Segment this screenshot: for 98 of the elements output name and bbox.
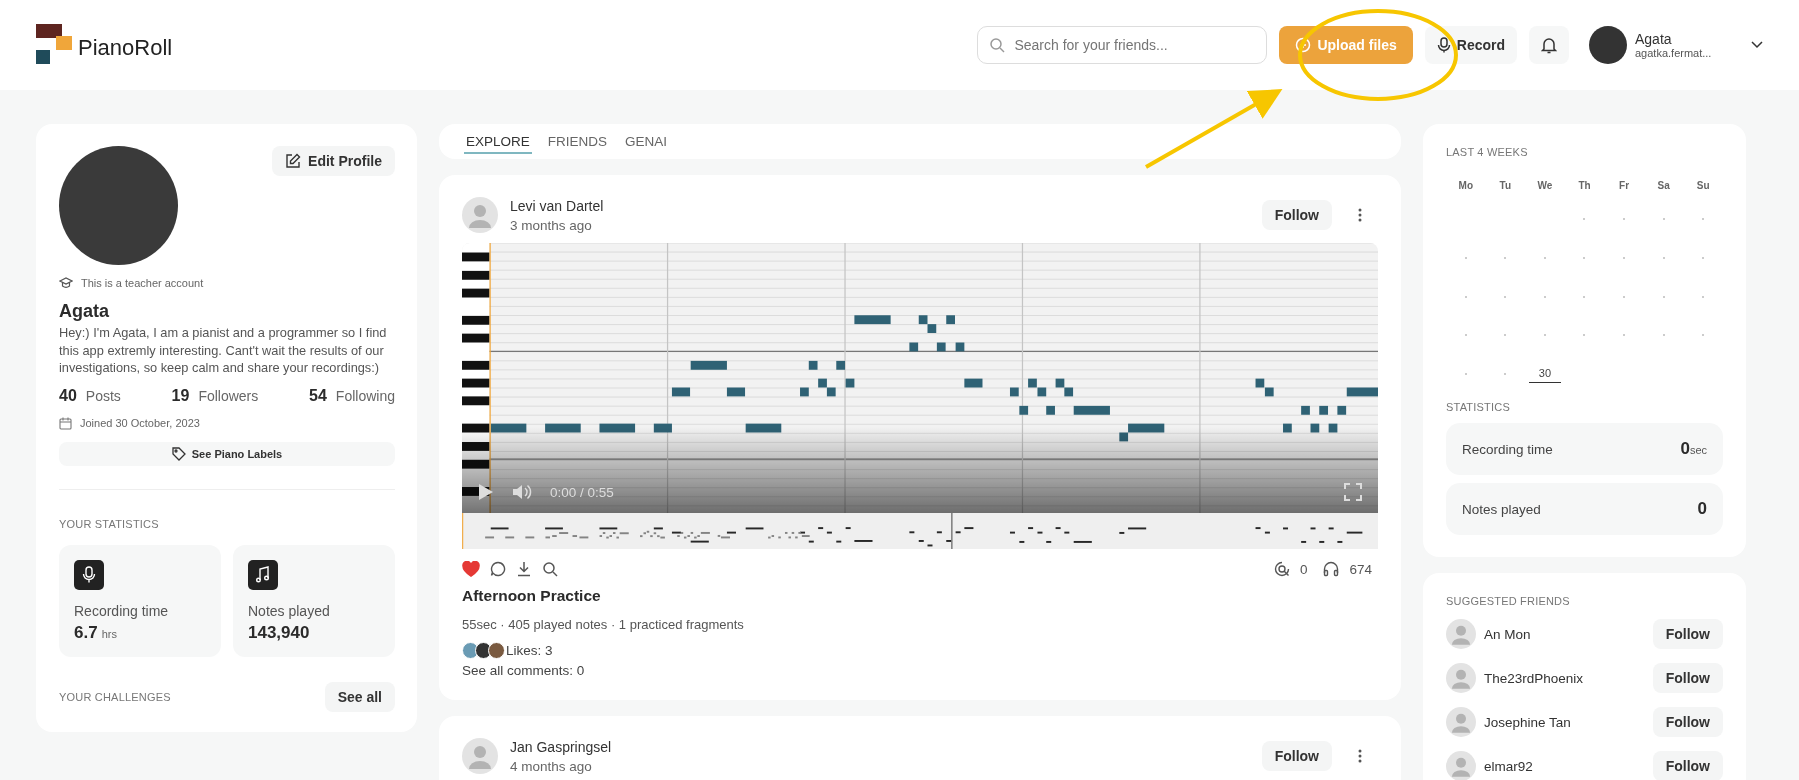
user-avatar-icon	[462, 197, 498, 233]
statistic-label: Notes played	[248, 602, 331, 619]
graduation-cap-icon	[59, 277, 73, 289]
profile-bio: Hey:) I'm Agata, I am a pianist and a programmer so I find this app extremly interesting. Cant't wait the results of our investigations, so keep calm and share your recordings:)	[59, 324, 388, 377]
follow-button[interactable]: Follow	[1652, 707, 1723, 738]
statistic-value: 143,940	[248, 622, 310, 643]
friend-name[interactable]: Josephine Tan	[1484, 714, 1645, 730]
more-options-icon[interactable]	[1358, 208, 1362, 222]
see-all-comments-link[interactable]: See all comments: 0	[462, 663, 1378, 678]
search-icon[interactable]	[542, 561, 558, 577]
search-field[interactable]: Search for your friends...	[977, 26, 1268, 64]
joined-date: Joined 30 October, 2023	[80, 417, 200, 429]
count-value: 54	[309, 386, 327, 405]
section-heading: YOUR STATISTICS	[59, 517, 160, 530]
download-icon[interactable]	[516, 561, 532, 577]
feed-tab[interactable]: FRIENDS	[545, 132, 610, 154]
chevron-down-icon[interactable]	[1751, 41, 1763, 49]
statistic-unit: sec	[1689, 444, 1707, 457]
statistic-value: 6.7	[74, 622, 98, 643]
count-label: Posts	[85, 387, 121, 404]
weekday-label: Tu	[1498, 180, 1513, 193]
statistic-label: Recording time	[74, 602, 170, 619]
more-options-icon[interactable]	[1358, 749, 1362, 763]
avatar-photo-placeholder[interactable]	[1589, 26, 1627, 64]
count-value: 40	[59, 386, 77, 405]
statistic-label: Notes played	[1462, 501, 1541, 517]
post-author[interactable]: Jan Gaspringsel	[510, 738, 1250, 755]
user-avatar-icon	[1446, 663, 1476, 694]
plus-circle-icon	[1295, 37, 1312, 53]
challenges-count: 0	[1299, 561, 1308, 577]
user-avatar-icon	[462, 738, 498, 774]
fullscreen-icon[interactable]	[1344, 483, 1362, 501]
follow-button[interactable]: Follow	[1652, 619, 1723, 650]
section-heading: LAST 4 WEEKS	[1446, 146, 1529, 158]
listens-count: 674	[1349, 561, 1372, 577]
profile-name: Agata	[59, 301, 110, 322]
logo-icon	[36, 24, 74, 66]
post-author[interactable]: Levi van Dartel	[510, 197, 1250, 214]
user-handle: agatka.fermat...	[1635, 47, 1713, 59]
weekday-label: Su	[1695, 180, 1711, 193]
follow-button[interactable]: Follow	[1652, 663, 1723, 694]
edit-icon	[285, 153, 302, 169]
count-label: Following	[335, 387, 395, 404]
follow-button[interactable]: Follow	[1261, 200, 1332, 230]
weekday-label: Mo	[1457, 180, 1474, 193]
statistic-unit: hrs	[101, 627, 117, 640]
user-avatar-icon	[1446, 707, 1476, 738]
follow-button[interactable]: Follow	[1652, 751, 1723, 780]
microphone-icon	[74, 559, 104, 590]
statistic-label: Recording time	[1462, 441, 1553, 457]
friend-name[interactable]: The23rdPhoenix	[1484, 670, 1645, 686]
likes-count[interactable]: Likes: 3	[506, 643, 553, 658]
headphones-icon	[1323, 561, 1340, 577]
post-time: 4 months ago	[510, 758, 593, 774]
section-heading: SUGGESTED FRIENDS	[1446, 595, 1571, 608]
calendar-icon	[59, 416, 72, 430]
liker-avatar-photo-placeholder	[488, 642, 505, 659]
comment-icon[interactable]	[490, 561, 506, 577]
user-avatar-icon	[1446, 751, 1476, 780]
post-time: 3 months ago	[510, 217, 593, 233]
target-icon	[1273, 561, 1290, 577]
user-avatar-icon	[1446, 619, 1476, 650]
follow-button[interactable]: Follow	[1261, 741, 1332, 771]
music-note-icon	[248, 559, 278, 590]
feed-tab[interactable]: EXPLORE	[464, 132, 532, 154]
post-summary: 55sec · 405 played notes · 1 practiced fragments	[462, 617, 745, 632]
feed-tab[interactable]: GENAI	[623, 132, 670, 154]
count-value: 19	[171, 386, 190, 405]
tag-icon	[171, 446, 186, 461]
record-button[interactable]: Record	[1424, 26, 1517, 64]
heart-icon[interactable]	[462, 561, 480, 577]
see-all-button[interactable]: See all	[324, 681, 395, 712]
teacher-account-note: This is a teacher account	[81, 277, 204, 289]
section-heading: STATISTICS	[1446, 401, 1511, 414]
liker-avatar-photo-placeholder	[462, 642, 479, 659]
statistic-value: 0	[1697, 499, 1707, 519]
logo-text: PianoRoll	[78, 35, 173, 61]
piano-roll-overview-drawing[interactable]	[462, 513, 1378, 549]
section-heading: YOUR CHALLENGES	[59, 690, 171, 703]
statistic-value: 0	[1680, 439, 1690, 459]
count-label: Followers	[198, 387, 259, 404]
video-time: 0:00 / 0:55	[550, 484, 614, 500]
notifications-button[interactable]	[1529, 26, 1569, 64]
volume-icon[interactable]	[512, 483, 532, 501]
microphone-icon	[1436, 37, 1451, 53]
weekday-label: Th	[1577, 180, 1592, 193]
edit-profile-button[interactable]: Edit Profile	[272, 146, 395, 176]
see-piano-labels-button[interactable]: See Piano Labels	[59, 441, 395, 466]
bell-icon	[1541, 36, 1557, 54]
weekday-label: We	[1536, 180, 1554, 193]
weekday-label: Sa	[1656, 180, 1671, 193]
friend-name[interactable]: elmar92	[1484, 758, 1645, 774]
weekday-label: Fr	[1618, 180, 1631, 193]
friend-name[interactable]: An Mon	[1484, 626, 1645, 642]
post-title: Afternoon Practice	[462, 587, 602, 605]
calendar-day[interactable]: 30	[1528, 365, 1562, 384]
user-name: Agata	[1635, 31, 1673, 47]
play-icon[interactable]	[478, 483, 494, 501]
